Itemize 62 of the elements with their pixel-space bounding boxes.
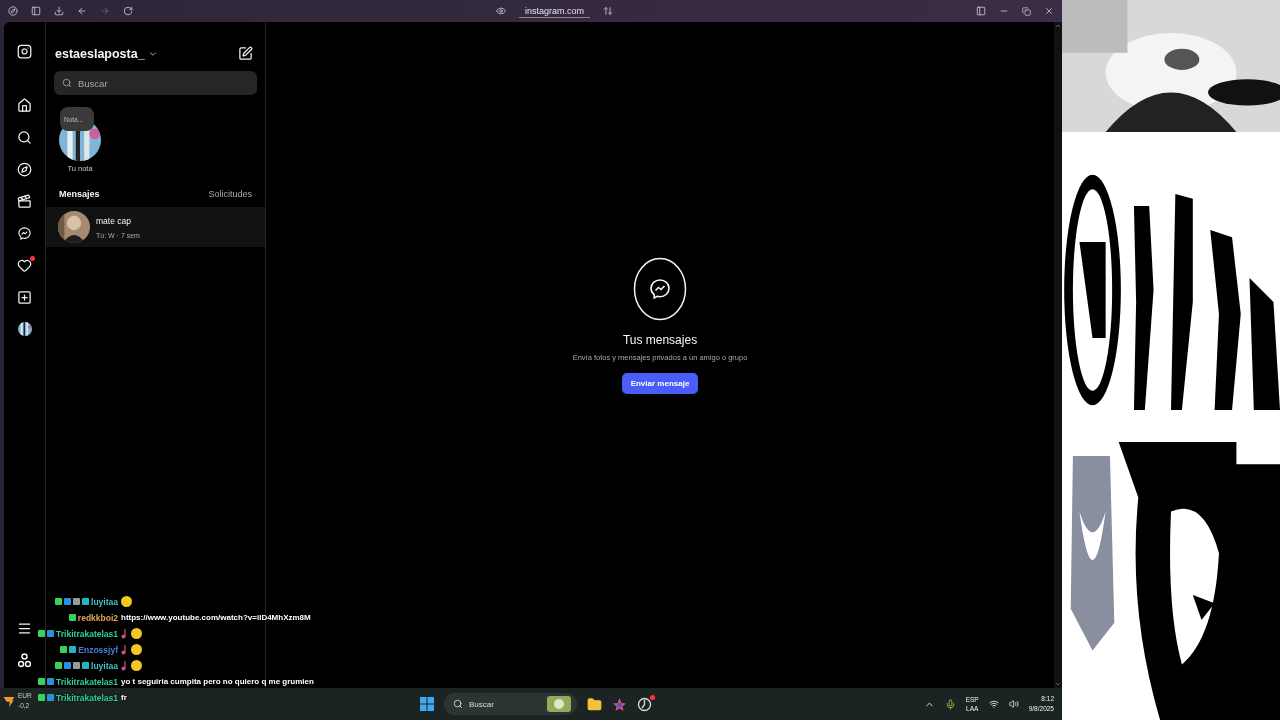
chat-username: redkkboi2 <box>77 612 118 623</box>
requests-link[interactable]: Solicitudes <box>208 189 252 199</box>
apps-icon[interactable] <box>18 653 31 668</box>
chat-username: Enzossjyf <box>78 644 118 655</box>
music-note-icon <box>121 644 127 655</box>
emoji-icon <box>131 628 142 639</box>
new-message-icon[interactable] <box>238 46 253 61</box>
search-highlight-icon <box>547 696 571 712</box>
taskbar-search[interactable]: Buscar <box>444 693 577 715</box>
search-field[interactable]: Buscar <box>54 71 257 95</box>
emoji-icon <box>121 596 132 607</box>
chat-message: https://www.youtube.com/watch?v=iID4MhXzm8M <box>121 613 311 622</box>
emoji-icon <box>131 660 142 671</box>
search-icon <box>62 78 72 88</box>
empty-title: Tus mensajes <box>622 332 698 347</box>
notifications-icon[interactable] <box>17 258 32 273</box>
search-placeholder: Buscar <box>469 699 494 709</box>
scroll-up-icon[interactable] <box>1054 22 1062 30</box>
music-note-icon <box>121 660 127 671</box>
messenger-icon <box>633 256 687 321</box>
home-icon[interactable] <box>17 98 32 113</box>
scroll-down-icon[interactable] <box>1054 680 1062 688</box>
chat-username: Trikitrakatelas1 <box>56 676 118 687</box>
restore-icon[interactable] <box>1022 6 1031 16</box>
split-view-icon[interactable] <box>976 6 986 16</box>
search-placeholder: Buscar <box>78 77 108 89</box>
browser-app-icon[interactable] <box>612 696 627 712</box>
chat-username: Trikitrakatelas1 <box>56 628 118 639</box>
section-title: Mensajes <box>59 189 100 199</box>
username[interactable]: estaeslaposta_ <box>55 46 145 61</box>
chat-message: fr <box>121 693 127 702</box>
sidebar-icon[interactable] <box>31 6 41 16</box>
scrollbar[interactable] <box>1054 22 1062 688</box>
create-icon[interactable] <box>17 290 32 305</box>
reels-icon[interactable] <box>17 194 32 209</box>
chat-username: Trikitrakatelas1 <box>56 692 118 703</box>
instagram-logo-icon[interactable] <box>17 44 32 59</box>
wifi-icon[interactable] <box>988 699 999 709</box>
back-icon[interactable] <box>77 6 87 16</box>
download-icon[interactable] <box>54 6 64 16</box>
app-icon[interactable] <box>637 696 652 712</box>
chat-message: yo t seguiria cumpita pero no quiero q me grumien <box>121 677 314 686</box>
microphone-icon[interactable] <box>944 698 956 710</box>
search-icon <box>453 699 463 709</box>
contact-name: mate cap <box>96 215 132 226</box>
search-icon[interactable] <box>17 130 32 145</box>
close-icon[interactable] <box>1044 6 1054 16</box>
file-explorer-icon[interactable] <box>587 696 602 712</box>
messenger-icon <box>17 226 32 241</box>
emoji-icon <box>131 644 142 655</box>
site-settings-icon[interactable] <box>603 6 613 16</box>
address-bar[interactable]: instagram.com <box>519 4 590 18</box>
reload-icon[interactable] <box>123 6 133 16</box>
start-icon[interactable] <box>420 697 434 711</box>
music-note-icon <box>121 628 127 639</box>
menu-icon[interactable] <box>17 621 32 636</box>
chat-username: luyitaa <box>91 596 118 607</box>
chat-username: luyitaa <box>91 660 118 671</box>
volume-icon[interactable] <box>1008 699 1019 709</box>
eye-icon[interactable] <box>496 6 506 16</box>
send-message-button[interactable]: Enviar mensaje <box>621 372 699 394</box>
compass-icon[interactable] <box>17 162 32 177</box>
